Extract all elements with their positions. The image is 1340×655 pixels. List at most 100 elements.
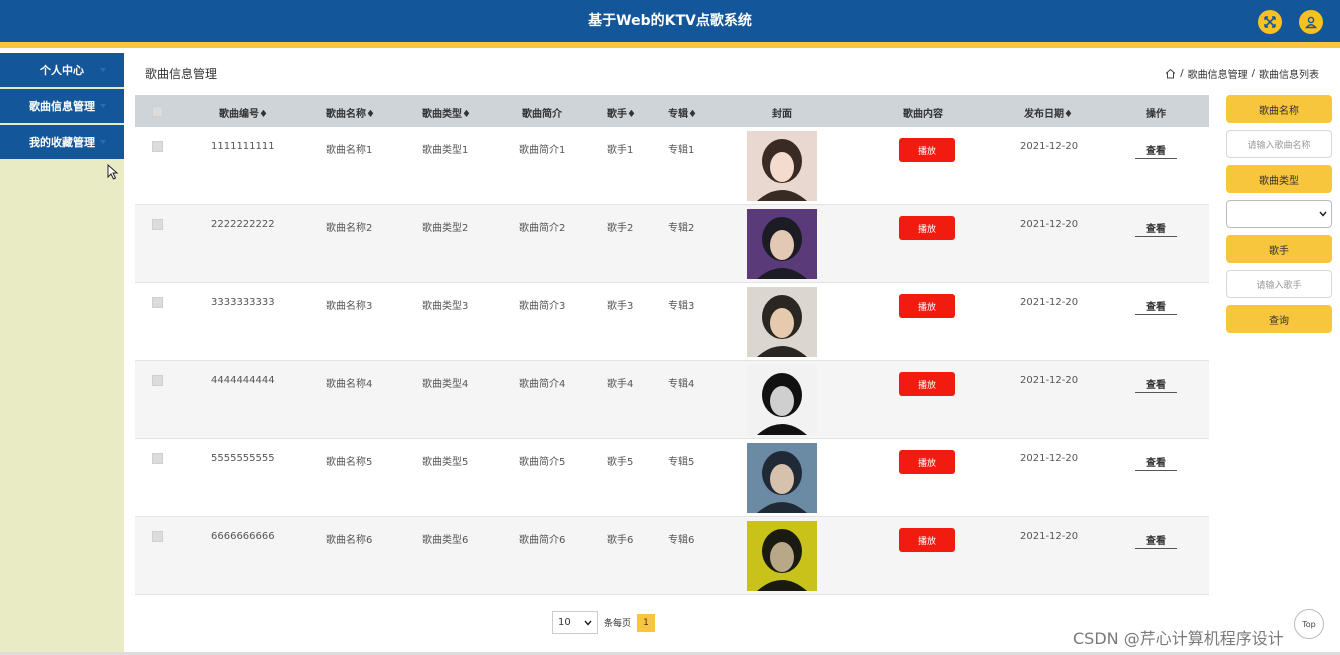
song-intro-cell: 歌曲简介1 [519, 145, 566, 156]
table-body: 1111111111 歌曲名称1 歌曲类型1 歌曲简介1 歌手1 专辑1 2021-12-2… [135, 127, 1209, 595]
col-header-singer[interactable]: 歌手♦ [607, 105, 636, 120]
play-button[interactable]: 播放 [899, 372, 955, 396]
page-size-select[interactable]: 10 [552, 611, 598, 634]
table-header: 歌曲编号♦ 歌曲名称♦ 歌曲类型♦ 歌曲简介 歌手♦ 专辑♦ 封面 歌曲内容 发… [135, 95, 1209, 127]
col-header-name[interactable]: 歌曲名称♦ [326, 105, 375, 120]
release-date-cell: 2021-12-20 [1020, 219, 1079, 230]
song-name-cell: 歌曲名称1 [326, 145, 373, 156]
chevron-down-icon [100, 140, 106, 144]
song-name-cell: 歌曲名称4 [326, 379, 373, 390]
view-button[interactable]: 查看 [1135, 374, 1177, 393]
singer-label: 歌手 [1226, 235, 1332, 263]
singer-cell: 歌手3 [607, 301, 634, 312]
play-button[interactable]: 播放 [899, 138, 955, 162]
view-button[interactable]: 查看 [1135, 140, 1177, 159]
app-title: 基于Web的KTV点歌系统 [588, 13, 752, 29]
cover-image [747, 443, 817, 513]
col-header-id[interactable]: 歌曲编号♦ [219, 105, 268, 120]
song-id-cell: 4444444444 [211, 375, 275, 386]
sidebar-item-song-management[interactable]: 歌曲信息管理 [0, 89, 124, 123]
fullscreen-icon[interactable] [1258, 10, 1282, 34]
album-cell: 专辑1 [668, 145, 695, 156]
cover-image [747, 287, 817, 357]
album-cell: 专辑5 [668, 457, 695, 468]
row-checkbox[interactable] [152, 375, 163, 386]
table-row: 1111111111 歌曲名称1 歌曲类型1 歌曲简介1 歌手1 专辑1 2021-12-2… [135, 127, 1209, 205]
release-date-cell: 2021-12-20 [1020, 531, 1079, 542]
breadcrumb-separator: / [1251, 68, 1255, 79]
song-intro-cell: 歌曲简介2 [519, 223, 566, 234]
cover-image [747, 521, 817, 591]
song-type-select[interactable] [1226, 200, 1332, 228]
breadcrumb-item: 歌曲信息列表 [1259, 70, 1319, 81]
release-date-cell: 2021-12-20 [1020, 297, 1079, 308]
song-id-cell: 5555555555 [211, 453, 275, 464]
sidebar-item-label: 歌曲信息管理 [29, 100, 95, 113]
sidebar-item-label: 个人中心 [40, 64, 84, 77]
play-button[interactable]: 播放 [899, 216, 955, 240]
song-type-cell: 歌曲类型1 [422, 145, 469, 156]
per-page-label: 条每页 [604, 619, 632, 629]
table-row: 3333333333 歌曲名称3 歌曲类型3 歌曲简介3 歌手3 专辑3 2021-12-2… [135, 283, 1209, 361]
col-header-actions: 操作 [1146, 109, 1166, 120]
view-button[interactable]: 查看 [1135, 452, 1177, 471]
breadcrumb-separator: / [1180, 68, 1184, 79]
page-title: 歌曲信息管理 [145, 67, 218, 81]
query-button[interactable]: 查询 [1226, 305, 1332, 333]
sidebar-item-favorites-management[interactable]: 我的收藏管理 [0, 125, 124, 159]
col-header-date[interactable]: 发布日期♦ [1024, 105, 1073, 120]
cover-image [747, 209, 817, 279]
row-checkbox[interactable] [152, 297, 163, 308]
song-intro-cell: 歌曲简介5 [519, 457, 566, 468]
song-table: 歌曲编号♦ 歌曲名称♦ 歌曲类型♦ 歌曲简介 歌手♦ 专辑♦ 封面 歌曲内容 发… [135, 95, 1209, 595]
view-button[interactable]: 查看 [1135, 218, 1177, 237]
col-header-type[interactable]: 歌曲类型♦ [422, 105, 471, 120]
breadcrumb-bar: 歌曲信息管理 / 歌曲信息管理 / 歌曲信息列表 [135, 55, 1335, 90]
sidebar-item-personal-center[interactable]: 个人中心 [0, 53, 124, 87]
home-icon[interactable] [1165, 68, 1176, 79]
play-button[interactable]: 播放 [899, 450, 955, 474]
search-panel: 歌曲名称 请输入歌曲名称 歌曲类型 歌手 请输入歌手 查询 [1226, 95, 1332, 340]
song-type-label: 歌曲类型 [1226, 165, 1332, 193]
song-id-cell: 3333333333 [211, 297, 275, 308]
breadcrumb: / 歌曲信息管理 / 歌曲信息列表 [1165, 66, 1319, 81]
song-intro-cell: 歌曲简介6 [519, 535, 566, 546]
page-button-current[interactable]: 1 [637, 613, 656, 632]
back-to-top-button[interactable]: Top [1294, 609, 1324, 639]
table-row: 6666666666 歌曲名称6 歌曲类型6 歌曲简介6 歌手6 专辑6 2021-12-2… [135, 517, 1209, 595]
chevron-down-icon [584, 620, 592, 626]
col-header-cover: 封面 [772, 109, 792, 120]
row-checkbox[interactable] [152, 219, 163, 230]
song-id-cell: 1111111111 [211, 141, 275, 152]
top-bar: 基于Web的KTV点歌系统 [0, 0, 1340, 42]
album-cell: 专辑3 [668, 301, 695, 312]
song-intro-cell: 歌曲简介3 [519, 301, 566, 312]
song-type-cell: 歌曲类型3 [422, 301, 469, 312]
mouse-cursor-icon [107, 164, 119, 180]
chevron-down-icon [100, 104, 106, 108]
col-header-album[interactable]: 专辑♦ [668, 105, 697, 120]
chevron-down-icon [1319, 211, 1327, 217]
singer-cell: 歌手4 [607, 379, 634, 390]
song-type-cell: 歌曲类型5 [422, 457, 469, 468]
song-name-label: 歌曲名称 [1226, 95, 1332, 123]
table-row: 2222222222 歌曲名称2 歌曲类型2 歌曲简介2 歌手2 专辑2 2021-12-2… [135, 205, 1209, 283]
play-button[interactable]: 播放 [899, 294, 955, 318]
view-button[interactable]: 查看 [1135, 296, 1177, 315]
row-checkbox[interactable] [152, 141, 163, 152]
song-id-cell: 2222222222 [211, 219, 275, 230]
row-checkbox[interactable] [152, 531, 163, 542]
breadcrumb-item[interactable]: 歌曲信息管理 [1188, 66, 1248, 81]
song-name-input[interactable]: 请输入歌曲名称 [1226, 130, 1332, 158]
cover-image [747, 365, 817, 435]
view-button[interactable]: 查看 [1135, 530, 1177, 549]
singer-cell: 歌手6 [607, 535, 634, 546]
user-icon[interactable] [1299, 10, 1323, 34]
select-all-checkbox[interactable] [152, 106, 163, 117]
row-checkbox[interactable] [152, 453, 163, 464]
header-accent-line [0, 42, 1340, 48]
song-name-cell: 歌曲名称5 [326, 457, 373, 468]
song-intro-cell: 歌曲简介4 [519, 379, 566, 390]
play-button[interactable]: 播放 [899, 528, 955, 552]
singer-input[interactable]: 请输入歌手 [1226, 270, 1332, 298]
